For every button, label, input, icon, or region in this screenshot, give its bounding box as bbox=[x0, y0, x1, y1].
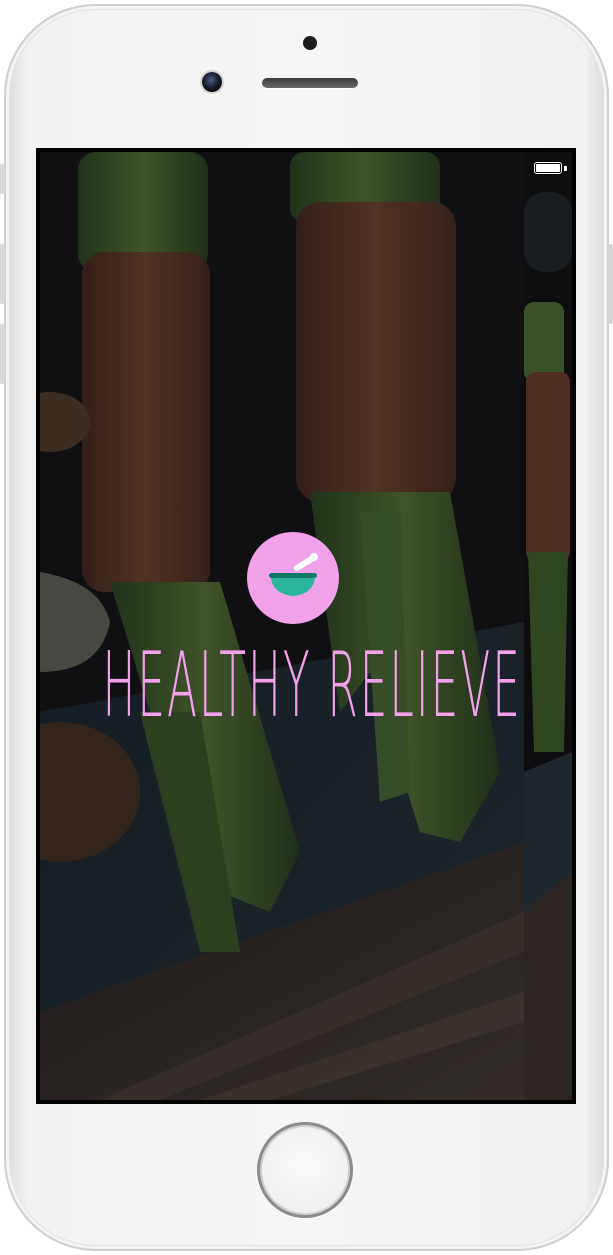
volume-down-button bbox=[0, 324, 5, 384]
front-camera-icon bbox=[202, 72, 222, 92]
power-button bbox=[608, 244, 613, 324]
battery-level-fill bbox=[536, 164, 560, 172]
brand-title-text: HEALTHY RELIEVED bbox=[103, 640, 525, 730]
next-page-photo bbox=[524, 152, 572, 1100]
battery-icon bbox=[534, 162, 562, 174]
mortar-and-pestle-icon bbox=[247, 532, 339, 624]
splash-page[interactable]: HEALTHY RELIEVED bbox=[40, 152, 524, 1100]
volume-up-button bbox=[0, 244, 5, 304]
app-screen: HEALTHY RELIEVED bbox=[40, 152, 572, 1100]
brand-title: HEALTHY RELIEVED bbox=[103, 633, 525, 738]
earpiece-speaker bbox=[262, 78, 358, 88]
mute-switch bbox=[0, 164, 5, 194]
home-button-icon[interactable] bbox=[257, 1122, 353, 1218]
screen-frame: HEALTHY RELIEVED bbox=[36, 148, 576, 1104]
next-page-peek[interactable] bbox=[524, 152, 572, 1100]
background-food-photo bbox=[40, 152, 524, 1100]
proximity-sensor bbox=[303, 36, 317, 50]
app-logo bbox=[247, 532, 339, 624]
brand-title-container: HEALTHY RELIEVED bbox=[80, 633, 525, 738]
battery-tip bbox=[564, 166, 567, 171]
